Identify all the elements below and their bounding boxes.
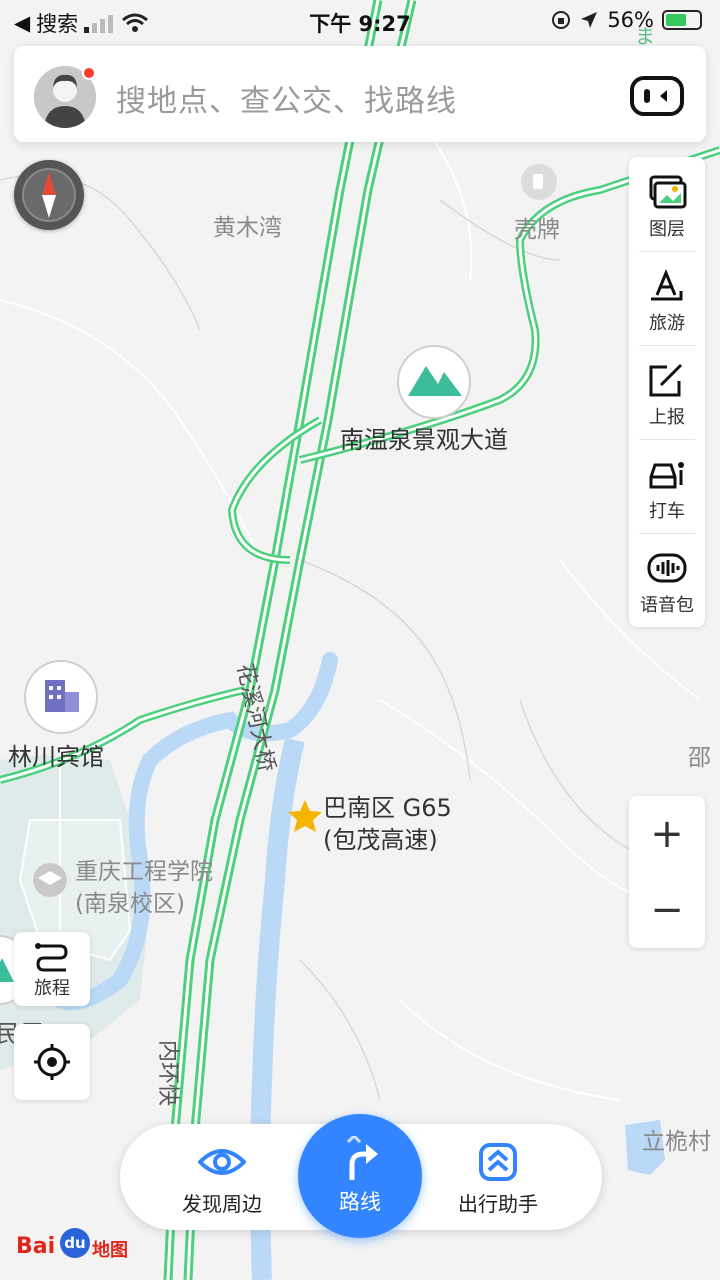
tool-report[interactable]: 上报: [629, 345, 705, 439]
gas-station-marker: [521, 164, 557, 200]
map-label-linchuan-hotel[interactable]: 林川宾馆: [8, 737, 104, 772]
tool-layers[interactable]: 图层: [629, 157, 705, 251]
travel-assistant-button[interactable]: 出行助手: [428, 1124, 568, 1230]
logo-map: 地图: [92, 1240, 128, 1261]
search-bar[interactable]: 搜地点、查公交、找路线: [14, 46, 706, 142]
tool-travel[interactable]: 旅游: [629, 251, 705, 345]
map-label-college-name[interactable]: 重庆工程学院: [75, 852, 213, 886]
compass-button[interactable]: [14, 160, 84, 230]
locate-icon: [34, 1044, 70, 1080]
map-label-inner-ring: 内环快: [155, 1040, 180, 1107]
trip-route-icon: [35, 943, 68, 972]
rotation-lock-icon: [552, 11, 571, 29]
eye-icon: [198, 1149, 246, 1175]
tool-taxi-label: 打车: [649, 501, 685, 522]
scenic-avenue-marker: [397, 345, 471, 419]
map-tools-panel: 图层 旅游 上报 打车 语音包: [629, 157, 705, 627]
voice-assistant-icon[interactable]: [630, 76, 684, 116]
travel-icon: [651, 269, 683, 301]
tool-layers-label: 图层: [649, 219, 685, 240]
battery-icon: [662, 10, 702, 30]
locate-me-button[interactable]: [14, 1024, 90, 1100]
layers-icon: [649, 175, 687, 209]
status-bar: ◀ 搜索 下午 9:27 56%: [0, 0, 720, 40]
location-arrow-icon: [581, 12, 598, 28]
route-label: 路线: [339, 1190, 381, 1214]
route-button[interactable]: 路线: [298, 1114, 422, 1238]
voice-pack-icon: [647, 553, 687, 583]
discover-nearby-button[interactable]: 发现周边: [152, 1124, 292, 1230]
tool-voice-pack[interactable]: 语音包: [629, 533, 705, 627]
zoom-out-button[interactable]: −: [629, 872, 705, 948]
taxi-icon: [649, 462, 684, 489]
tool-voice-pack-label: 语音包: [640, 595, 694, 616]
map-label-college-campus[interactable]: (南泉校区): [75, 884, 185, 918]
college-marker: [33, 863, 67, 897]
map-label-scenic-avenue[interactable]: 南温泉景观大道: [340, 420, 508, 455]
poi-marker-line2[interactable]: (包茂高速): [323, 820, 438, 855]
logo-bai: Bai: [16, 1234, 56, 1259]
trip-label: 旅程: [34, 978, 70, 999]
assistant-icon: [479, 1143, 517, 1181]
tool-taxi[interactable]: 打车: [629, 439, 705, 533]
travel-assistant-label: 出行助手: [458, 1192, 538, 1216]
hotel-marker: [24, 660, 98, 734]
map-label-kepai: 壳牌: [514, 217, 560, 243]
search-input[interactable]: 搜地点、查公交、找路线: [116, 76, 457, 120]
poi-marker-line1[interactable]: 巴南区 G65: [323, 788, 452, 823]
route-arrow-icon: [346, 1136, 378, 1180]
notification-dot: [82, 66, 96, 80]
trip-button[interactable]: 旅程: [14, 932, 90, 1006]
zoom-control: + −: [629, 796, 705, 948]
logo-du: du: [60, 1228, 90, 1258]
baidu-map-logo: Bai du 地图: [16, 1224, 136, 1264]
compass-icon: [22, 168, 76, 222]
map-label-lichuancun: 立桅村: [642, 1129, 711, 1155]
tool-travel-label: 旅游: [649, 313, 685, 334]
report-icon: [649, 363, 683, 397]
discover-nearby-label: 发现周边: [182, 1192, 262, 1216]
zoom-in-button[interactable]: +: [629, 796, 705, 872]
map-label-shao: 邵: [688, 745, 711, 771]
battery-percent: 56%: [607, 8, 654, 32]
map-canvas[interactable]: [0, 0, 720, 1280]
map-label-huangmuwan: 黄木湾: [213, 215, 282, 241]
tool-report-label: 上报: [649, 407, 685, 428]
battery-fill: [666, 14, 687, 26]
